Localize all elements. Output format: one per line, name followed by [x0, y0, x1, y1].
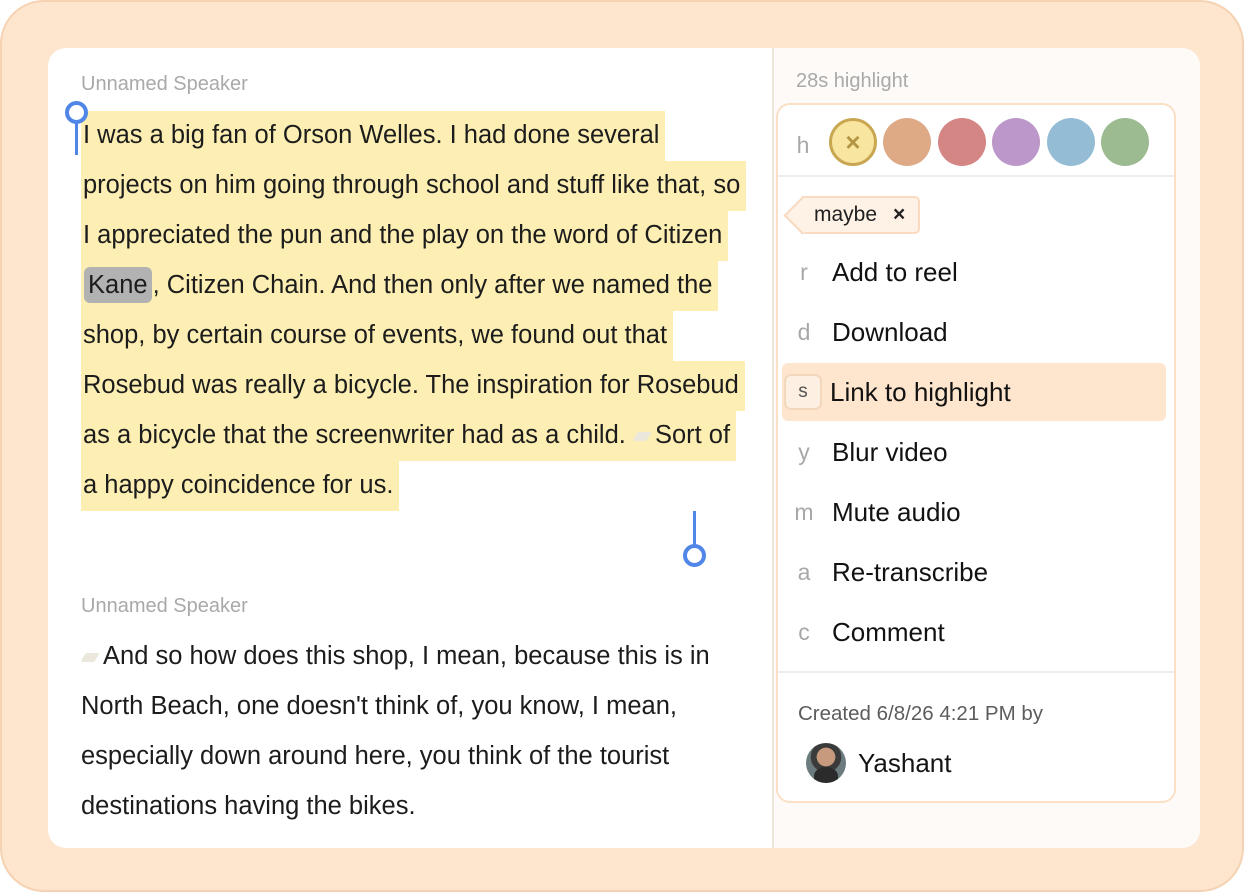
avatar: [806, 743, 846, 783]
tag-chip[interactable]: maybe ×: [802, 196, 920, 234]
shortcut-key: y: [798, 438, 810, 465]
color-swatch-green[interactable]: [1101, 118, 1149, 166]
shortcut-key: s: [784, 374, 822, 410]
menu-item-label: Blur video: [832, 436, 948, 467]
panel-title: 28s highlight: [796, 70, 909, 92]
selected-word[interactable]: Kane: [84, 267, 152, 303]
paragraph-marker-icon: [632, 431, 652, 441]
menu-item-label: Link to highlight: [830, 376, 1011, 407]
transcript-paragraph-highlighted[interactable]: I was a big fan of Orson Welles. I had d…: [81, 110, 747, 511]
color-swatch-yellow[interactable]: ×: [829, 118, 877, 166]
menu-item-label: Mute audio: [832, 496, 961, 527]
color-swatch-blue[interactable]: [1047, 118, 1095, 166]
created-info: Created 6/8/26 4:21 PM by: [798, 702, 1044, 725]
menu-divider: [778, 671, 1174, 673]
transcript-pane: Unnamed Speaker I was a big fan of Orson…: [48, 48, 772, 848]
menu-item-mute-audio[interactable]: m Mute audio: [782, 483, 1166, 541]
color-shortcut-key: h: [796, 132, 810, 158]
selection-start-knob[interactable]: [65, 101, 88, 124]
remove-tag-icon[interactable]: ×: [893, 203, 905, 227]
speaker-label: Unnamed Speaker: [81, 73, 248, 95]
color-swatch-tan[interactable]: [883, 118, 931, 166]
shortcut-key: c: [798, 618, 810, 645]
paragraph-marker-icon: [80, 652, 100, 662]
shortcut-key: a: [797, 558, 811, 585]
creator[interactable]: Yashant: [806, 742, 951, 784]
tag-label: maybe: [814, 203, 878, 226]
menu-item-comment[interactable]: c Comment: [782, 603, 1166, 661]
selection-end-knob[interactable]: [683, 544, 706, 567]
highlight-card: Unnamed Speaker I was a big fan of Orson…: [48, 48, 1200, 848]
shortcut-key: d: [797, 318, 811, 345]
menu-item-label: Add to reel: [832, 256, 958, 287]
color-swatch-red[interactable]: [938, 118, 986, 166]
transcript-paragraph[interactable]: And so how does this shop, I mean, becau…: [80, 631, 741, 831]
menu-item-label: Comment: [832, 616, 945, 647]
highlighted-text[interactable]: I was a big fan of Orson Welles. I had d…: [81, 111, 747, 511]
color-swatch-purple[interactable]: [992, 118, 1040, 166]
menu-item-link-to-highlight[interactable]: s Link to highlight: [782, 363, 1166, 421]
menu-item-download[interactable]: d Download: [782, 303, 1166, 361]
shortcut-key: r: [800, 258, 808, 285]
menu-item-add-to-reel[interactable]: r Add to reel: [782, 243, 1166, 301]
highlight-panel: 28s highlight h × maybe × r Add to reel …: [772, 48, 1200, 848]
speaker-label: Unnamed Speaker: [81, 595, 248, 617]
menu-item-label: Re-transcribe: [832, 556, 989, 587]
menu-item-label: Download: [832, 316, 948, 347]
menu-item-re-transcribe[interactable]: a Re-transcribe: [782, 543, 1166, 601]
app-frame: Unnamed Speaker I was a big fan of Orson…: [0, 0, 1244, 892]
color-picker-row: h ×: [778, 105, 1174, 177]
close-icon: ×: [845, 126, 861, 157]
shortcut-key: m: [794, 498, 814, 525]
highlight-menu: h × maybe × r Add to reel d Download s L…: [776, 103, 1176, 803]
creator-name: Yashant: [858, 747, 952, 778]
menu-item-blur-video[interactable]: y Blur video: [782, 423, 1166, 481]
